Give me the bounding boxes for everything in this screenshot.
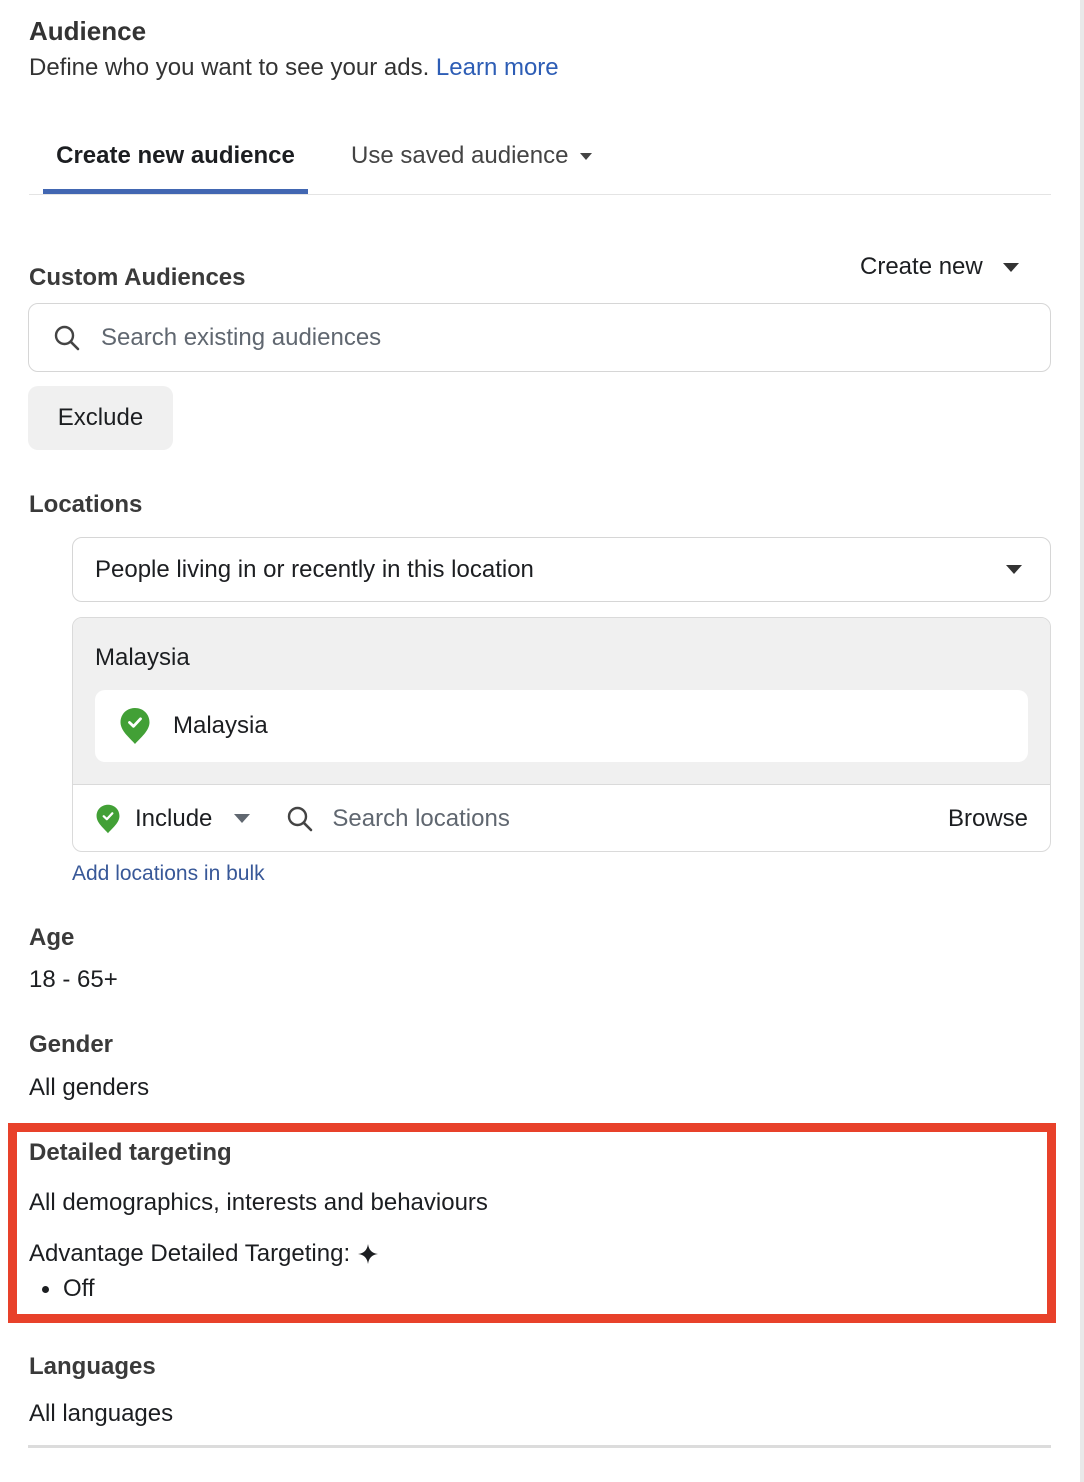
custom-audience-search-input[interactable]: Search existing audiences xyxy=(28,303,1051,372)
languages-title: Languages xyxy=(29,1353,156,1380)
sparkle-icon xyxy=(358,1244,379,1264)
age-value: 18 - 65+ xyxy=(29,966,118,993)
browse-button[interactable]: Browse xyxy=(948,805,1028,833)
search-placeholder: Search locations xyxy=(332,804,510,832)
caret-down-icon xyxy=(1002,262,1019,272)
detailed-targeting-value: All demographics, interests and behaviou… xyxy=(29,1189,488,1216)
detailed-targeting-title: Detailed targeting xyxy=(29,1139,232,1166)
advantage-detailed-targeting-label: Advantage Detailed Targeting: xyxy=(29,1240,379,1268)
caret-down-icon xyxy=(234,814,251,823)
locations-title: Locations xyxy=(29,491,143,518)
tab-label: Use saved audience xyxy=(351,142,569,169)
description-text: Define who you want to see your ads. xyxy=(29,54,436,81)
include-exclude-dropdown[interactable]: Include xyxy=(95,804,251,834)
section-divider xyxy=(28,1445,1051,1448)
tabs-divider xyxy=(29,194,1051,195)
section-description: Define who you want to see your ads. Lea… xyxy=(29,54,559,82)
selected-locations-area: Malaysia Malaysia xyxy=(73,618,1050,785)
include-label: Include xyxy=(135,804,213,832)
languages-value: All languages xyxy=(29,1400,174,1427)
advantage-status-value: Off xyxy=(63,1275,95,1302)
location-pin-check-icon xyxy=(96,804,120,833)
scrollbar-track[interactable] xyxy=(1080,0,1084,1482)
location-type-value: People living in or recently in this loc… xyxy=(95,555,534,583)
create-new-dropdown[interactable]: Create new xyxy=(860,253,1019,281)
tab-label: Create new audience xyxy=(56,142,295,169)
location-type-select[interactable]: People living in or recently in this loc… xyxy=(72,537,1051,602)
selected-location-item[interactable]: Malaysia xyxy=(95,690,1028,762)
search-icon xyxy=(288,806,313,831)
search-placeholder: Search existing audiences xyxy=(101,323,382,351)
gender-value: All genders xyxy=(29,1074,150,1101)
custom-audiences-title: Custom Audiences xyxy=(29,264,246,291)
selected-location-name: Malaysia xyxy=(173,712,268,739)
section-title: Audience xyxy=(29,16,147,46)
bullet-icon xyxy=(42,1285,49,1293)
location-controls: Include Search locations Browse xyxy=(73,785,1050,851)
age-title: Age xyxy=(29,924,75,951)
add-locations-in-bulk-link[interactable]: Add locations in bulk xyxy=(72,862,265,886)
search-icon xyxy=(54,325,80,350)
advantage-label-text: Advantage Detailed Targeting: xyxy=(29,1240,351,1267)
location-group-label: Malaysia xyxy=(95,644,190,671)
tab-create-new-audience[interactable]: Create new audience xyxy=(43,122,308,194)
caret-down-icon xyxy=(580,152,593,160)
exclude-button[interactable]: Exclude xyxy=(28,386,173,450)
create-new-label: Create new xyxy=(860,253,983,280)
tab-use-saved-audience[interactable]: Use saved audience xyxy=(351,142,593,170)
learn-more-link[interactable]: Learn more xyxy=(436,54,559,81)
advantage-status-item: Off xyxy=(42,1275,95,1303)
caret-down-icon xyxy=(1006,565,1022,574)
location-search-input[interactable]: Search locations xyxy=(286,805,948,833)
location-pin-check-icon xyxy=(120,708,150,744)
gender-title: Gender xyxy=(29,1031,114,1058)
location-panel: Malaysia Malaysia Include Search locatio… xyxy=(72,617,1051,852)
